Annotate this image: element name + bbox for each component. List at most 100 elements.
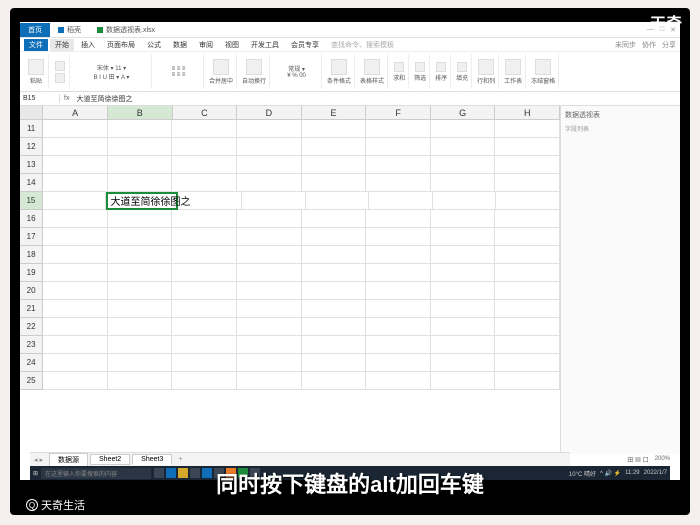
cell-C17[interactable] [172, 228, 237, 246]
cell-H18[interactable] [495, 246, 560, 264]
cell-H16[interactable] [495, 210, 560, 228]
cell-C24[interactable] [172, 354, 237, 372]
cell-E14[interactable] [302, 174, 367, 192]
cell-C22[interactable] [172, 318, 237, 336]
cell-B24[interactable] [108, 354, 173, 372]
cell-A18[interactable] [43, 246, 108, 264]
menu-insert[interactable]: 插入 [76, 39, 100, 51]
menu-view[interactable]: 视图 [220, 39, 244, 51]
cell-H15[interactable] [496, 192, 560, 210]
spreadsheet-grid[interactable]: A B C D E F G H 1112131415大道至简徐徐图之161718… [20, 106, 560, 454]
cell-B25[interactable] [108, 372, 173, 390]
cell-E15[interactable] [306, 192, 370, 210]
select-all-corner[interactable] [20, 106, 43, 119]
cell-B19[interactable] [108, 264, 173, 282]
sheet-tab-3[interactable]: Sheet3 [132, 454, 172, 465]
sheet-tab-2[interactable]: Sheet2 [90, 454, 130, 465]
paste-button[interactable] [28, 59, 44, 75]
cell-G11[interactable] [431, 120, 496, 138]
filter-button[interactable] [415, 62, 425, 72]
menu-formula[interactable]: 公式 [142, 39, 166, 51]
sheet-button[interactable] [505, 59, 521, 75]
cell-F11[interactable] [366, 120, 431, 138]
cell-A22[interactable] [43, 318, 108, 336]
cell-F20[interactable] [366, 282, 431, 300]
cell-G23[interactable] [431, 336, 496, 354]
format-button[interactable] [478, 59, 494, 75]
row-17[interactable]: 17 [20, 228, 43, 246]
fx-icon[interactable]: fx [60, 95, 73, 102]
cell-E11[interactable] [302, 120, 367, 138]
cell-C14[interactable] [172, 174, 237, 192]
add-sheet-button[interactable]: + [174, 456, 186, 463]
cell-C19[interactable] [172, 264, 237, 282]
formula-input[interactable]: 大道至简徐徐图之 [73, 93, 680, 105]
row-13[interactable]: 13 [20, 156, 43, 174]
cell-H22[interactable] [495, 318, 560, 336]
row-24[interactable]: 24 [20, 354, 43, 372]
cell-D20[interactable] [237, 282, 302, 300]
cell-B22[interactable] [108, 318, 173, 336]
cell-G22[interactable] [431, 318, 496, 336]
cell-B21[interactable] [108, 300, 173, 318]
cell-A24[interactable] [43, 354, 108, 372]
cell-B23[interactable] [108, 336, 173, 354]
copy-button[interactable] [55, 73, 65, 83]
cell-G18[interactable] [431, 246, 496, 264]
col-F[interactable]: F [366, 106, 431, 119]
cell-C21[interactable] [172, 300, 237, 318]
docer-tab[interactable]: 稻壳 [50, 23, 89, 37]
cell-D18[interactable] [237, 246, 302, 264]
row-21[interactable]: 21 [20, 300, 43, 318]
cell-F19[interactable] [366, 264, 431, 282]
cell-H12[interactable] [495, 138, 560, 156]
row-19[interactable]: 19 [20, 264, 43, 282]
cell-E16[interactable] [302, 210, 367, 228]
col-B[interactable]: B [108, 106, 173, 119]
cell-C16[interactable] [172, 210, 237, 228]
col-G[interactable]: G [431, 106, 496, 119]
row-11[interactable]: 11 [20, 120, 43, 138]
freeze-button[interactable] [535, 59, 551, 75]
cell-H17[interactable] [495, 228, 560, 246]
wrap-button[interactable] [246, 59, 262, 75]
cell-D23[interactable] [237, 336, 302, 354]
cell-D14[interactable] [237, 174, 302, 192]
cell-G12[interactable] [431, 138, 496, 156]
col-A[interactable]: A [43, 106, 108, 119]
cell-F12[interactable] [366, 138, 431, 156]
cell-A23[interactable] [43, 336, 108, 354]
cell-H14[interactable] [495, 174, 560, 192]
row-23[interactable]: 23 [20, 336, 43, 354]
cell-F21[interactable] [366, 300, 431, 318]
home-tab[interactable]: 首页 [20, 23, 50, 37]
table-style-button[interactable] [364, 59, 380, 75]
file-tab[interactable]: 数据透视表.xlsx [89, 23, 163, 37]
name-box[interactable]: B15 [20, 94, 60, 103]
menu-vip[interactable]: 会员专享 [286, 39, 324, 51]
menu-search[interactable]: 查找命令、搜索模板 [326, 39, 399, 51]
row-20[interactable]: 20 [20, 282, 43, 300]
share-button[interactable]: 分享 [662, 40, 676, 50]
cell-B15[interactable]: 大道至简徐徐图之 [106, 192, 178, 210]
cell-E17[interactable] [302, 228, 367, 246]
cell-A12[interactable] [43, 138, 108, 156]
cell-G24[interactable] [431, 354, 496, 372]
cell-G13[interactable] [431, 156, 496, 174]
menu-data[interactable]: 数据 [168, 39, 192, 51]
cell-H19[interactable] [495, 264, 560, 282]
cell-D24[interactable] [237, 354, 302, 372]
menu-file[interactable]: 文件 [24, 39, 48, 51]
row-16[interactable]: 16 [20, 210, 43, 228]
sheet-tab-1[interactable]: 数据源 [49, 453, 88, 467]
cell-G17[interactable] [431, 228, 496, 246]
row-25[interactable]: 25 [20, 372, 43, 390]
menu-review[interactable]: 审阅 [194, 39, 218, 51]
cell-D11[interactable] [237, 120, 302, 138]
cell-D13[interactable] [237, 156, 302, 174]
col-C[interactable]: C [173, 106, 238, 119]
cell-D15[interactable] [242, 192, 306, 210]
cell-F23[interactable] [366, 336, 431, 354]
cell-A21[interactable] [43, 300, 108, 318]
cell-A25[interactable] [43, 372, 108, 390]
